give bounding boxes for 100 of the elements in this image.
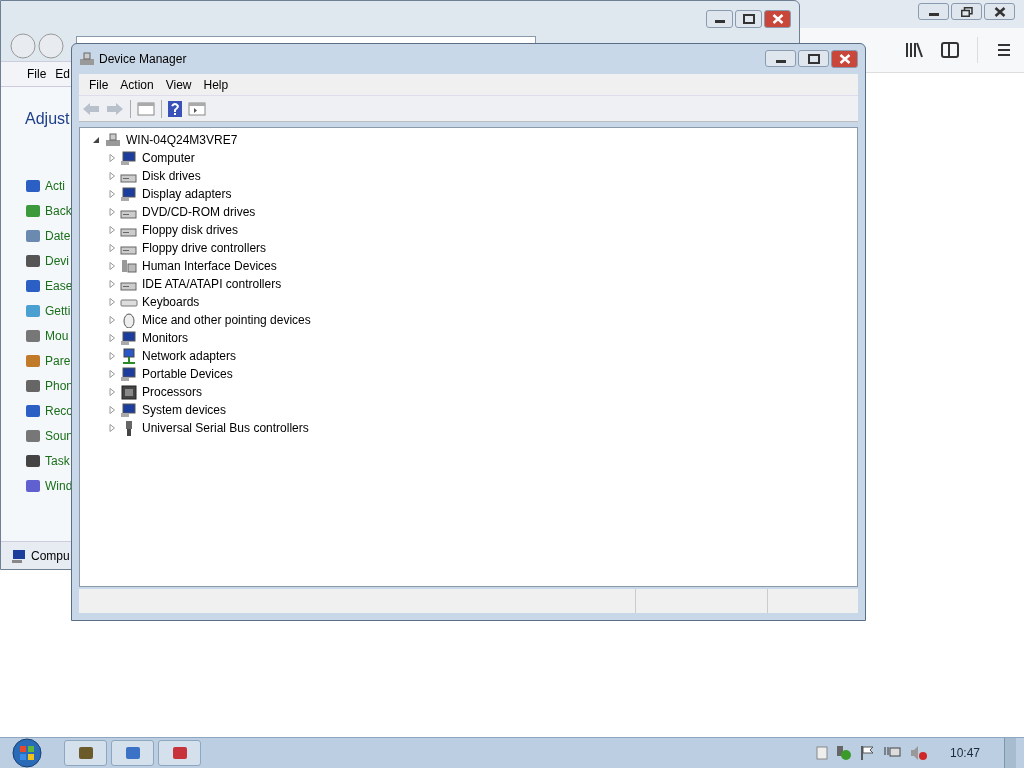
- back-button-icon[interactable]: [10, 33, 36, 59]
- computer-tree-icon: [104, 132, 122, 148]
- maximize-button[interactable]: [735, 10, 762, 28]
- back-arrow-icon[interactable]: [82, 101, 100, 116]
- expand-arrow-icon[interactable]: [108, 190, 116, 198]
- show-desktop-button[interactable]: [1004, 738, 1016, 768]
- tree-item[interactable]: Mice and other pointing devices: [142, 311, 311, 329]
- expand-arrow-icon[interactable]: [108, 406, 116, 414]
- menu-item[interactable]: Ed: [55, 65, 71, 83]
- minimize-button[interactable]: [706, 10, 733, 28]
- applet-icon: [25, 453, 41, 469]
- applet-icon: [25, 228, 41, 244]
- tree-item[interactable]: Portable Devices: [142, 365, 233, 383]
- applet-link[interactable]: Pare: [45, 352, 71, 370]
- menu-item[interactable]: File: [89, 75, 109, 94]
- menu-icon[interactable]: [996, 43, 1012, 57]
- expand-arrow-icon[interactable]: [108, 424, 116, 432]
- expand-arrow-icon[interactable]: [108, 154, 116, 162]
- applet-icon: [25, 403, 41, 419]
- applet-link[interactable]: Devi: [45, 252, 69, 270]
- expand-arrow-icon[interactable]: [108, 388, 116, 396]
- tree-item[interactable]: Disk drives: [142, 167, 201, 185]
- action-pane-icon[interactable]: [188, 101, 206, 116]
- close-button[interactable]: [984, 3, 1015, 20]
- app-icon: [123, 745, 142, 761]
- tree-item[interactable]: Keyboards: [142, 293, 200, 311]
- menu-item[interactable]: Help: [203, 75, 229, 94]
- tree-item[interactable]: Display adapters: [142, 185, 232, 203]
- muted-speaker-icon[interactable]: [909, 745, 928, 761]
- expand-arrow-icon[interactable]: [108, 316, 116, 324]
- taskbar-app-button[interactable]: [64, 740, 107, 766]
- close-icon: [993, 6, 1006, 17]
- monitor-icon: [120, 402, 138, 418]
- maximize-button[interactable]: [798, 50, 829, 67]
- expand-arrow-icon[interactable]: [108, 370, 116, 378]
- tree-item[interactable]: Floppy disk drives: [142, 221, 239, 239]
- monitor-icon: [120, 150, 138, 166]
- tree-item[interactable]: Monitors: [142, 329, 188, 347]
- taskbar-app-button[interactable]: [111, 740, 154, 766]
- flag-icon[interactable]: [859, 745, 876, 761]
- expand-arrow-icon[interactable]: [108, 298, 116, 306]
- forward-arrow-icon[interactable]: [106, 101, 124, 116]
- document-icon[interactable]: [815, 746, 828, 760]
- expand-arrow-icon[interactable]: [108, 352, 116, 360]
- restore-icon: [960, 6, 973, 17]
- window-title: Device Manager: [99, 51, 187, 68]
- applet-icon: [25, 178, 41, 194]
- status-text: Compu: [31, 547, 70, 565]
- minimize-icon: [713, 19, 726, 24]
- applet-link[interactable]: Acti: [45, 177, 65, 195]
- tree-item[interactable]: Network adapters: [142, 347, 237, 365]
- sidebar-icon[interactable]: [941, 42, 959, 58]
- tree-item[interactable]: Human Interface Devices: [142, 257, 277, 275]
- tree-item[interactable]: Computer: [142, 149, 195, 167]
- tree-root[interactable]: WIN-04Q24M3VRE7: [126, 131, 238, 149]
- expand-arrow-icon[interactable]: [108, 334, 116, 342]
- collapse-arrow-icon[interactable]: [92, 136, 100, 144]
- applet-link[interactable]: Date: [45, 227, 71, 245]
- maximize-icon: [807, 53, 820, 64]
- tree-item[interactable]: DVD/CD-ROM drives: [142, 203, 256, 221]
- applet-icon: [25, 253, 41, 269]
- computer-tree-icon: [79, 51, 95, 67]
- clock[interactable]: 10:47: [949, 744, 980, 762]
- close-button[interactable]: [831, 50, 858, 68]
- menu-item[interactable]: Action: [120, 75, 154, 94]
- app-icon: [170, 745, 189, 761]
- applet-link[interactable]: Getti: [45, 302, 71, 320]
- tree-item[interactable]: System devices: [142, 401, 227, 419]
- tree-item[interactable]: Processors: [142, 383, 203, 401]
- minimize-icon: [927, 11, 940, 17]
- expand-arrow-icon[interactable]: [108, 208, 116, 216]
- applet-icon: [25, 328, 41, 344]
- page-heading: Adjust: [25, 109, 70, 129]
- applet-icon: [25, 203, 41, 219]
- tree-item[interactable]: Floppy drive controllers: [142, 239, 267, 257]
- close-icon: [771, 14, 784, 24]
- taskbar-app-button[interactable]: [158, 740, 201, 766]
- applet-link[interactable]: Task: [45, 452, 70, 470]
- help-icon[interactable]: [168, 100, 182, 117]
- applet-link[interactable]: Ease: [45, 277, 73, 295]
- tree-item[interactable]: IDE ATA/ATAPI controllers: [142, 275, 282, 293]
- close-button[interactable]: [764, 10, 791, 28]
- tree-item[interactable]: Universal Serial Bus controllers: [142, 419, 309, 437]
- expand-arrow-icon[interactable]: [108, 280, 116, 288]
- minimize-button[interactable]: [765, 50, 796, 67]
- applet-link[interactable]: Back: [45, 202, 72, 220]
- library-icon[interactable]: [905, 42, 923, 58]
- menu-item[interactable]: View: [165, 75, 192, 94]
- network-icon: [120, 348, 138, 364]
- console-tree-icon[interactable]: [137, 101, 155, 116]
- expand-arrow-icon[interactable]: [108, 172, 116, 180]
- minimize-button[interactable]: [918, 3, 949, 20]
- expand-arrow-icon[interactable]: [108, 226, 116, 234]
- expand-arrow-icon[interactable]: [108, 244, 116, 252]
- restore-button[interactable]: [951, 3, 982, 20]
- forward-button-icon[interactable]: [38, 33, 64, 59]
- applet-link[interactable]: Mou: [45, 327, 69, 345]
- expand-arrow-icon[interactable]: [108, 262, 116, 270]
- menu-item[interactable]: File: [27, 65, 47, 83]
- applet-icon: [25, 353, 41, 369]
